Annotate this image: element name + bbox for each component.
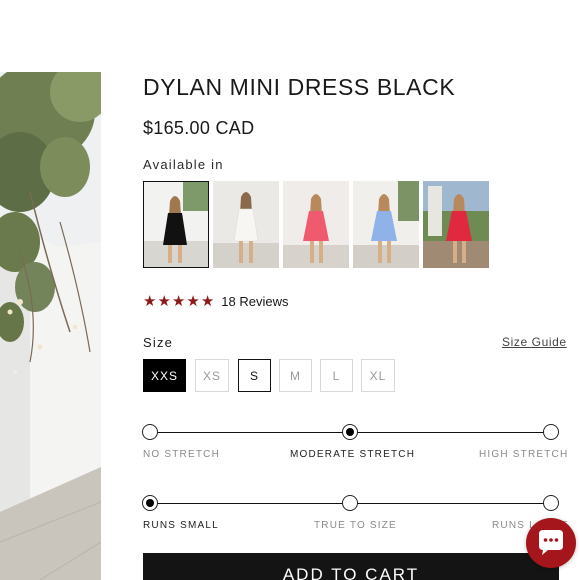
fit-dot-true [342, 495, 358, 511]
star-icon: ★ [157, 291, 171, 310]
swatch-coral-pink[interactable] [283, 181, 349, 268]
swatch-blue[interactable] [353, 181, 419, 268]
product-price: $165.00 CAD [143, 118, 255, 138]
star-icon: ★ [200, 291, 215, 310]
size-guide-link[interactable]: Size Guide [502, 335, 567, 349]
reviews-count[interactable]: 18 Reviews [221, 294, 288, 309]
size-option-s[interactable]: S [238, 359, 271, 392]
stretch-dot-moderate [342, 424, 358, 440]
swatch-black[interactable] [143, 181, 209, 268]
size-option-xxs[interactable]: XXS [143, 359, 186, 392]
chat-widget-button[interactable] [526, 518, 576, 568]
product-hero-image [0, 72, 101, 580]
size-label: Size [143, 335, 174, 350]
product-rating[interactable]: ★ ★ ★ ★ ★ 18 Reviews [143, 291, 288, 311]
stretch-label-moderate: MODERATE STRETCH [290, 449, 416, 460]
fit-dot-large [543, 495, 559, 511]
rating-stars: ★ ★ ★ ★ ★ [143, 291, 215, 310]
available-in-label: Available in [143, 157, 224, 172]
product-title: DYLAN MINI DRESS BLACK [143, 74, 456, 100]
star-icon: ★ [143, 291, 157, 310]
stretch-dot-high [543, 424, 559, 440]
size-option-xs[interactable]: XS [195, 359, 229, 392]
fit-label-true: TRUE TO SIZE [314, 520, 397, 531]
swatch-white[interactable] [213, 181, 279, 268]
star-icon: ★ [186, 291, 200, 310]
fit-dot-small [142, 495, 158, 511]
stretch-dot-none [142, 424, 158, 440]
chat-bubble-icon [539, 530, 563, 555]
size-option-m[interactable]: M [279, 359, 312, 392]
stretch-label-high: HIGH STRETCH [479, 449, 569, 460]
swatch-red[interactable] [423, 181, 489, 268]
add-to-cart-button[interactable]: ADD TO CART [143, 553, 559, 580]
stretch-label-none: NO STRETCH [143, 449, 220, 460]
size-option-l[interactable]: L [320, 359, 353, 392]
star-icon: ★ [171, 291, 186, 310]
size-option-xl[interactable]: XL [361, 359, 395, 392]
fit-label-small: RUNS SMALL [143, 520, 219, 531]
